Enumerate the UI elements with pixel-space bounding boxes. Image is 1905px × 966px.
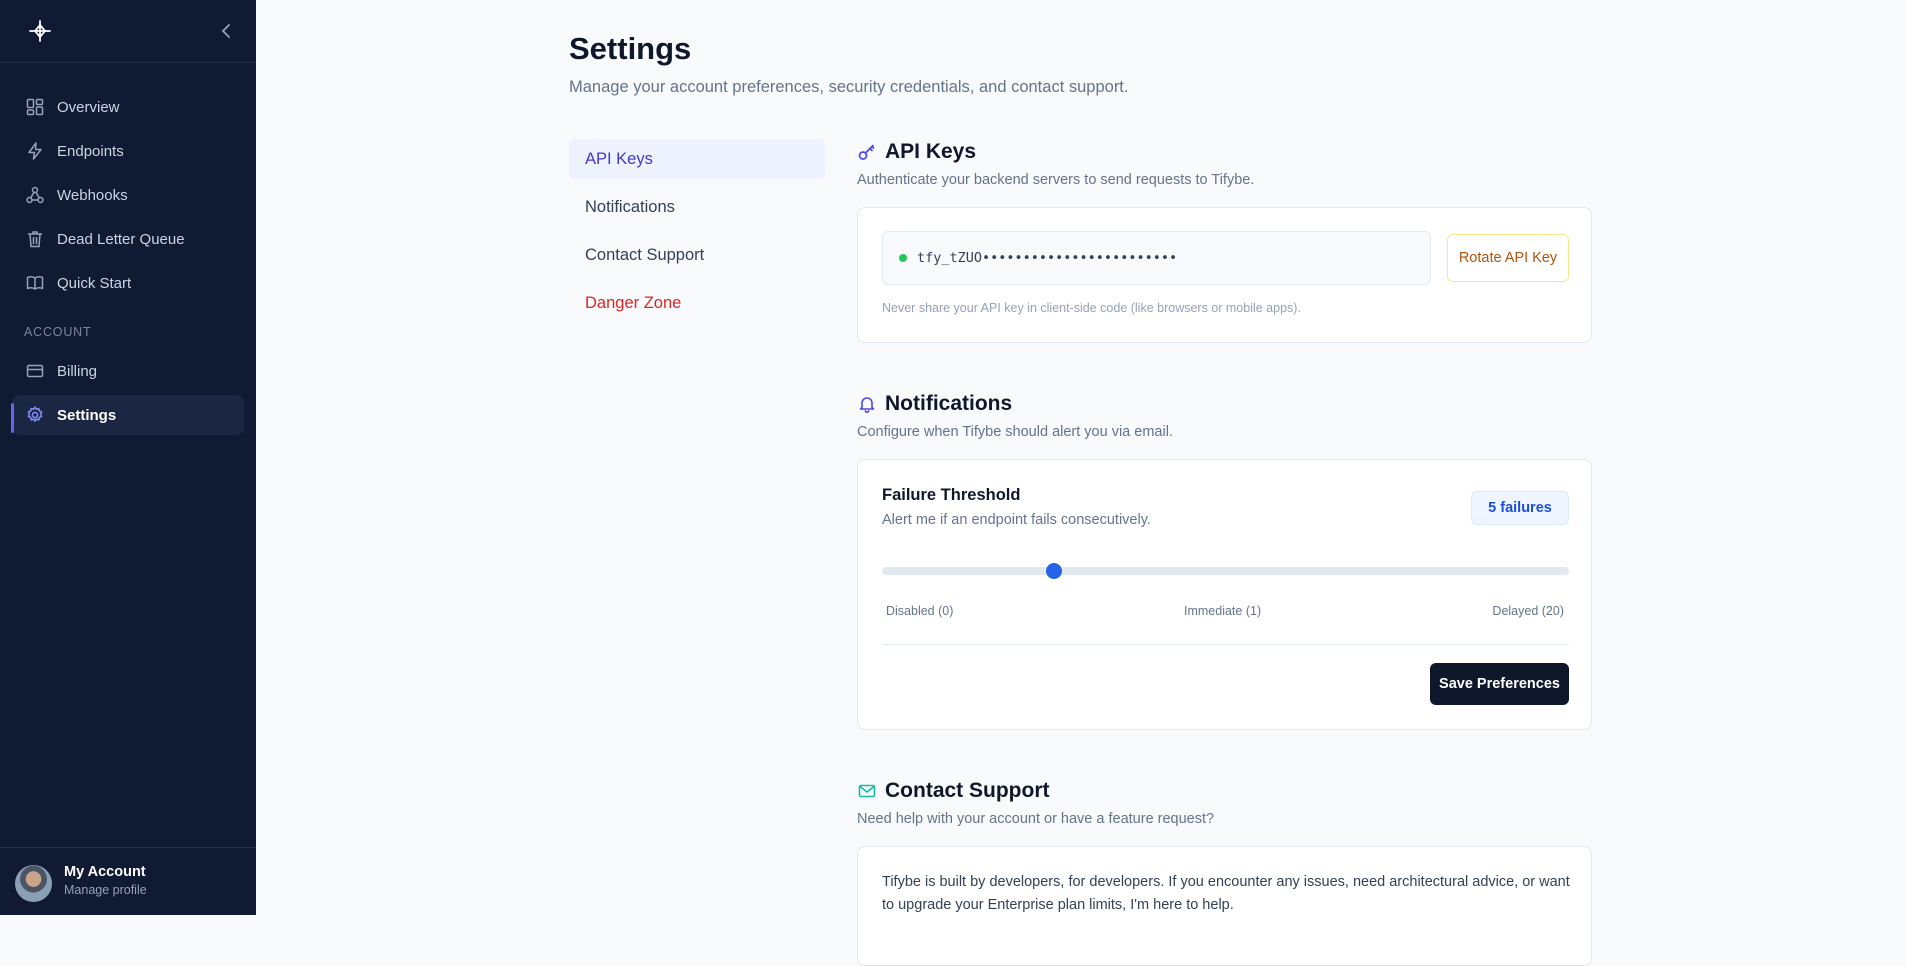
bell-icon [859, 397, 875, 413]
sidebar-item-quick-start[interactable]: Quick Start [12, 263, 244, 303]
failure-threshold-description: Alert me if an endpoint fails consecutiv… [882, 512, 1151, 528]
overview-icon [26, 98, 44, 116]
key-icon [858, 144, 875, 160]
contact-support-heading: Contact Support [857, 779, 1049, 803]
notifications-title: Notifications [885, 392, 1013, 415]
sidebar-item-label: Webhooks [57, 186, 128, 204]
api-key-value: tfy_tZUO•••••••••••••••••••••••• [917, 250, 1178, 266]
support-body-text: Tifybe is built by developers, for devel… [882, 874, 1570, 913]
trash-icon [27, 231, 43, 248]
settings-nav-danger-zone[interactable]: Danger Zone [569, 283, 825, 323]
failure-threshold-title: Failure Threshold [882, 486, 1021, 504]
gear-icon [27, 406, 43, 422]
api-key-hint: Never share your API key in client-side … [882, 301, 1301, 315]
page-subtitle: Manage your account preferences, securit… [569, 78, 1129, 96]
api-keys-title: API Keys [885, 140, 977, 163]
sidebar-nav: Overview Endpoints Webhooks Dead Letter … [11, 87, 244, 439]
tick-label-immediate: Immediate (1) [1184, 604, 1262, 618]
account-menu[interactable]: My Account Manage profile [0, 847, 256, 915]
logo-icon[interactable] [28, 19, 52, 43]
contact-support-title: Contact Support [885, 779, 1050, 802]
rotate-api-key-button[interactable]: Rotate API Key [1447, 234, 1569, 282]
sidebar-item-settings[interactable]: Settings [11, 395, 244, 435]
settings-nav-contact-support[interactable]: Contact Support [569, 235, 825, 275]
sidebar: Overview Endpoints Webhooks Dead Letter … [0, 0, 256, 915]
sidebar-item-dead-letter-queue[interactable]: Dead Letter Queue [12, 219, 244, 259]
sidebar-item-billing[interactable]: Billing [12, 351, 244, 391]
sidebar-item-endpoints[interactable]: Endpoints [12, 131, 244, 171]
failure-count-badge: 5 failures [1471, 491, 1569, 525]
notifications-heading: Notifications [857, 392, 1012, 416]
webhook-icon [26, 186, 44, 204]
sidebar-header [0, 0, 256, 63]
tick-label-delayed: Delayed (20) [1492, 604, 1564, 618]
sidebar-item-label: Overview [57, 98, 120, 116]
account-name: My Account [64, 864, 146, 880]
bolt-icon [28, 142, 42, 160]
settings-nav-api-keys[interactable]: API Keys [569, 139, 825, 179]
sidebar-item-label: Settings [57, 406, 117, 424]
divider [882, 644, 1569, 645]
api-keys-heading: API Keys [857, 140, 976, 164]
contact-support-description: Need help with your account or have a fe… [857, 811, 1215, 827]
failure-threshold-slider[interactable] [882, 563, 1569, 579]
sidebar-item-webhooks[interactable]: Webhooks [12, 175, 244, 215]
slider-thumb[interactable] [1045, 563, 1062, 579]
card-icon [26, 364, 44, 378]
api-keys-description: Authenticate your backend servers to sen… [857, 172, 1255, 188]
nav-section-account: ACCOUNT [24, 325, 92, 339]
key-status-dot [899, 254, 907, 262]
api-key-card: tfy_tZUO•••••••••••••••••••••••• Rotate … [857, 207, 1592, 343]
api-key-field[interactable]: tfy_tZUO•••••••••••••••••••••••• [882, 231, 1431, 285]
book-icon [26, 276, 44, 290]
sidebar-item-overview[interactable]: Overview [12, 87, 244, 127]
collapse-sidebar-icon[interactable] [219, 21, 233, 41]
account-subtitle: Manage profile [64, 883, 147, 897]
sidebar-item-label: Quick Start [57, 274, 132, 292]
save-preferences-button[interactable]: Save Preferences [1430, 663, 1569, 705]
settings-nav: API Keys Notifications Contact Support D… [569, 139, 825, 331]
mail-icon [858, 784, 876, 798]
avatar [15, 865, 52, 902]
notifications-description: Configure when Tifybe should alert you v… [857, 424, 1173, 440]
notifications-card: Failure Threshold Alert me if an endpoin… [857, 459, 1592, 730]
sidebar-item-label: Dead Letter Queue [57, 230, 185, 248]
contact-support-card: Tifybe is built by developers, for devel… [857, 846, 1592, 966]
tick-label-disabled: Disabled (0) [886, 604, 954, 618]
sidebar-item-label: Billing [57, 362, 98, 380]
page-title: Settings [569, 31, 692, 66]
sidebar-item-label: Endpoints [57, 142, 124, 160]
settings-nav-notifications[interactable]: Notifications [569, 187, 825, 227]
